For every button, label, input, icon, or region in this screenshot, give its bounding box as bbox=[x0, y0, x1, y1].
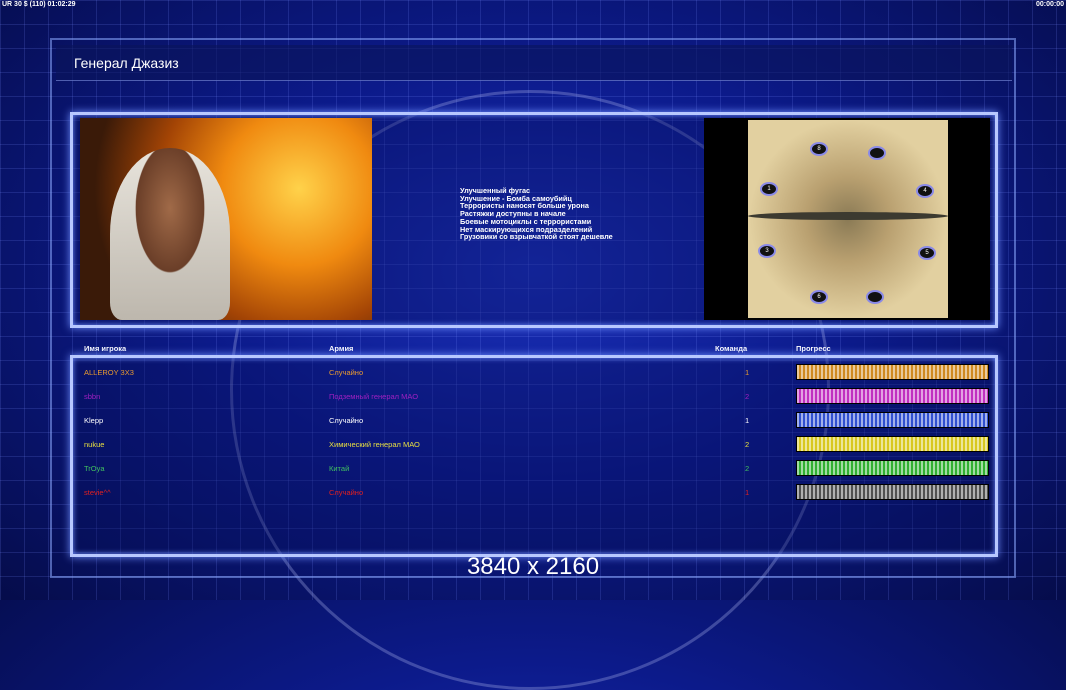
player-name: nukue bbox=[84, 440, 105, 449]
start-position: 4 bbox=[916, 184, 934, 198]
general-face bbox=[110, 148, 230, 320]
hud-clock: 00:00:00 bbox=[1035, 1, 1064, 8]
player-progress-bar bbox=[796, 388, 989, 404]
player-team: 2 bbox=[745, 464, 750, 473]
title-bar: Генерал Джазиз bbox=[56, 45, 1012, 81]
start-position bbox=[866, 290, 884, 304]
header-progress: Прогресс bbox=[796, 344, 831, 353]
player-army: Химический генерал МАО bbox=[329, 440, 420, 449]
player-army: Китай bbox=[329, 464, 350, 473]
players-table bbox=[70, 355, 998, 557]
player-team: 1 bbox=[745, 416, 750, 425]
player-progress-bar bbox=[796, 460, 989, 476]
feature-item: Грузовики со взрывчаткой стоят дешевле bbox=[460, 232, 613, 242]
player-army: Подземный генерал МАО bbox=[329, 392, 419, 401]
player-name: stevie^^ bbox=[84, 488, 111, 497]
player-progress-bar bbox=[796, 436, 989, 452]
player-army: Случайно bbox=[329, 488, 364, 497]
page-title: Генерал Джазиз bbox=[74, 55, 179, 71]
general-portrait bbox=[80, 118, 372, 320]
player-progress-bar bbox=[796, 484, 989, 500]
start-position: 5 bbox=[918, 246, 936, 260]
map-river bbox=[748, 212, 948, 220]
start-position: 1 bbox=[760, 182, 778, 196]
player-progress-bar bbox=[796, 364, 989, 380]
header-army: Армия bbox=[329, 344, 354, 353]
general-features-list: Улучшенный фугас Улучшение - Бомба самоу… bbox=[460, 187, 613, 241]
player-team: 1 bbox=[745, 488, 750, 497]
player-name: ALLEROY 3X3 bbox=[84, 368, 134, 377]
player-name: TrOya bbox=[84, 464, 105, 473]
resolution-watermark: 3840 x 2160 bbox=[466, 553, 600, 580]
hud-status: UR 30 $ (110) 01:02:29 bbox=[2, 1, 76, 8]
player-name: sbbn bbox=[84, 392, 101, 401]
player-team: 1 bbox=[745, 368, 750, 377]
player-progress-bar bbox=[796, 412, 989, 428]
start-position: 6 bbox=[810, 290, 828, 304]
map-preview: 8 1 4 3 5 6 bbox=[704, 118, 990, 320]
start-position: 3 bbox=[758, 244, 776, 258]
start-position bbox=[868, 146, 886, 160]
map-terrain: 8 1 4 3 5 6 bbox=[748, 120, 948, 318]
header-team: Команда bbox=[715, 344, 748, 353]
player-team: 2 bbox=[745, 392, 750, 401]
header-player-name: Имя игрока bbox=[84, 344, 127, 353]
player-team: 2 bbox=[745, 440, 750, 449]
player-name: Klepp bbox=[84, 416, 104, 425]
start-position: 8 bbox=[810, 142, 828, 156]
player-army: Случайно bbox=[329, 368, 364, 377]
player-army: Случайно bbox=[329, 416, 364, 425]
